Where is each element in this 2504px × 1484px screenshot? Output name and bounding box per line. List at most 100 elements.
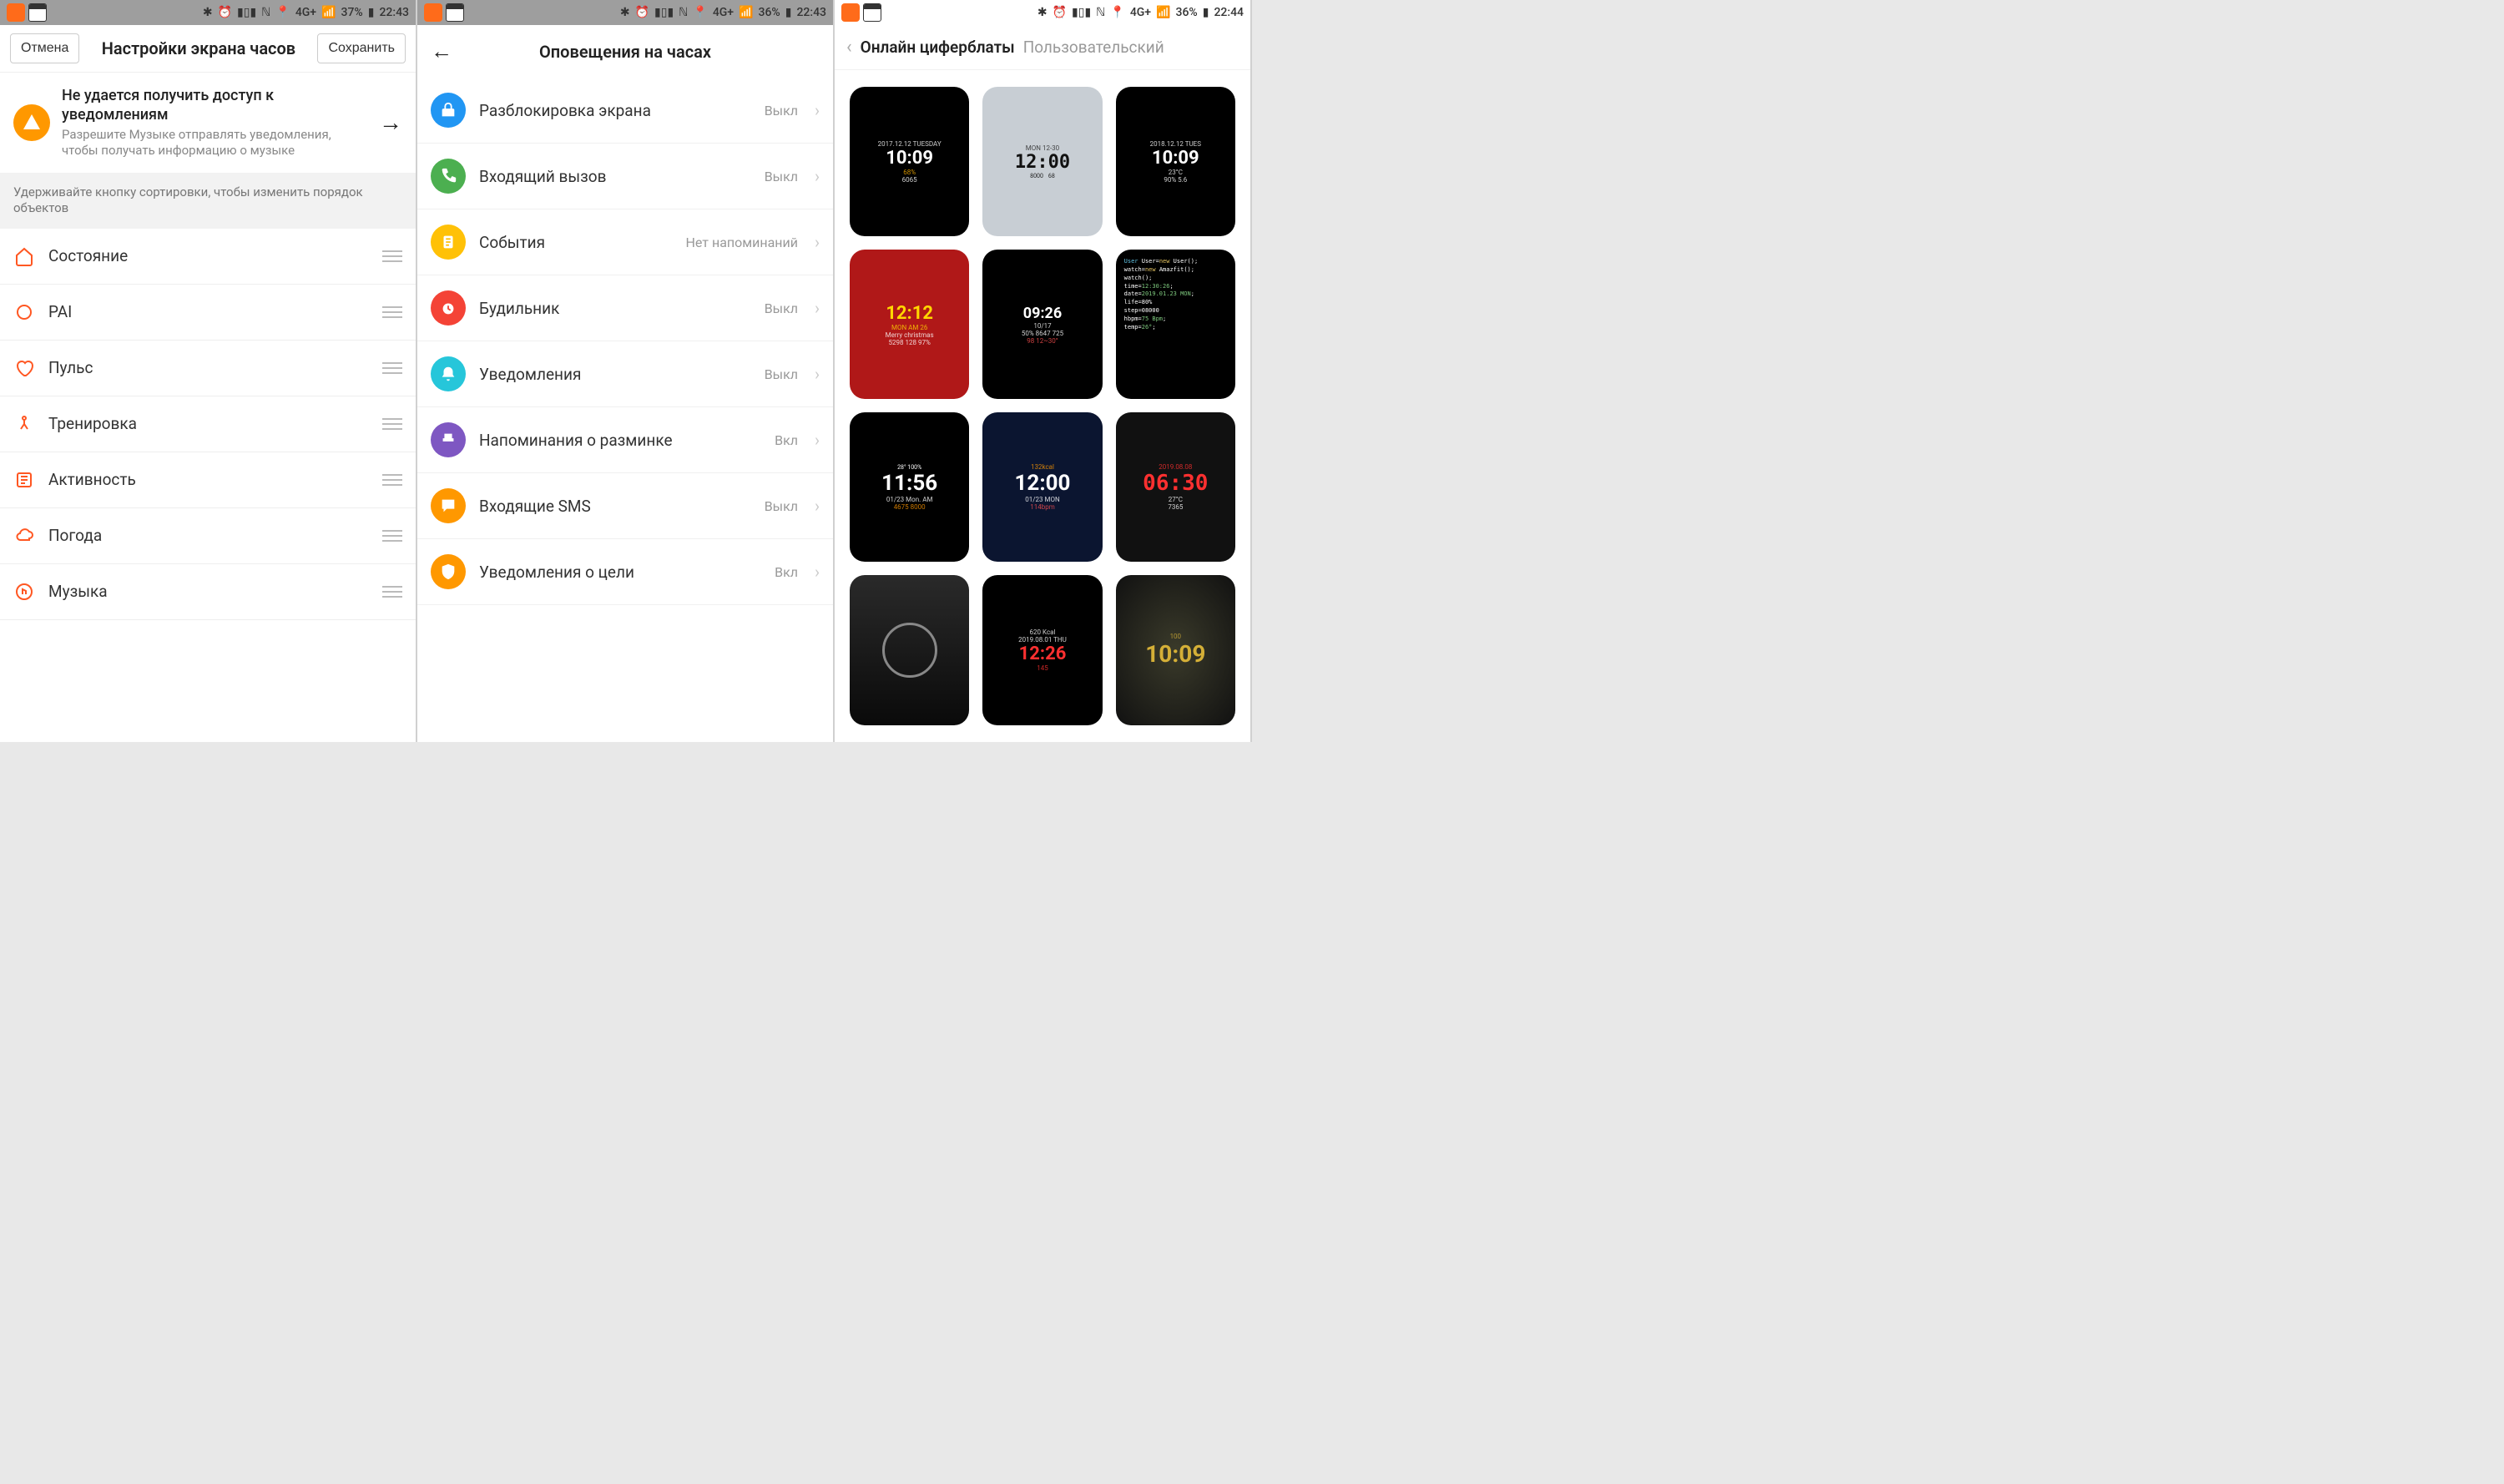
lock-icon xyxy=(431,93,466,128)
drag-handle-icon[interactable] xyxy=(382,362,402,374)
tab-custom[interactable]: Пользовательский xyxy=(1023,38,1164,57)
sort-hint: Удерживайте кнопку сортировки, чтобы изм… xyxy=(0,173,416,229)
network-label: 4G+ xyxy=(295,6,316,19)
watchface-item[interactable]: User User=new User(); watch=new Amazfit(… xyxy=(1116,250,1235,399)
list-item-label: Будильник xyxy=(479,299,751,318)
warning-icon xyxy=(13,104,50,141)
alert-notifications[interactable]: Уведомления Выкл › xyxy=(417,341,833,407)
watchface-item[interactable]: 09:26 10/17 50% 8647 725 98 12~30° xyxy=(982,250,1102,399)
alert-events[interactable]: События Нет напоминаний › xyxy=(417,209,833,275)
watchface-extra: 98 12~30° xyxy=(1027,337,1058,345)
drag-handle-icon[interactable] xyxy=(382,418,402,430)
page-title: Оповещения на часах xyxy=(452,42,798,62)
signal-icon: 📶 xyxy=(1156,6,1170,19)
list-item-status: Выкл xyxy=(765,103,798,119)
activity-icon xyxy=(13,469,35,491)
drag-handle-icon[interactable] xyxy=(382,474,402,486)
watchface-extra: 27°C xyxy=(1169,496,1183,503)
bluetooth-icon: ✱ xyxy=(620,6,630,19)
list-item-status[interactable]: Состояние xyxy=(0,229,416,285)
chevron-right-icon: › xyxy=(815,298,820,318)
list-item-status: Выкл xyxy=(765,498,798,514)
nfc-icon: ℕ xyxy=(261,6,270,19)
drag-handle-icon[interactable] xyxy=(382,586,402,598)
nfc-icon: ℕ xyxy=(679,6,688,19)
list-item-music[interactable]: Музыка xyxy=(0,564,416,620)
alert-call[interactable]: Входящий вызов Выкл › xyxy=(417,144,833,209)
watchface-time: 12:26 xyxy=(1019,644,1067,664)
list-item-status: Нет напоминаний xyxy=(685,235,798,250)
list-item-label: Входящие SMS xyxy=(479,497,751,516)
watchface-date: MON 12-30 xyxy=(1026,144,1059,152)
watchface-item[interactable]: 132kcal 12:00 01/23 MON 114bpm xyxy=(982,412,1102,562)
location-icon: 📍 xyxy=(693,6,707,19)
back-button[interactable]: ‹ xyxy=(846,37,852,58)
watchface-item[interactable]: 2019.08.08 06:30 27°C 7365 xyxy=(1116,412,1235,562)
watchface-item[interactable]: 2017.12.12 TUESDAY 10:09 68% 6065 xyxy=(850,87,969,236)
alert-unlock[interactable]: Разблокировка экрана Выкл › xyxy=(417,78,833,144)
page-title: Настройки экрана часов xyxy=(102,38,295,58)
drag-handle-icon[interactable] xyxy=(382,530,402,542)
watchface-date: 2019.08.08 xyxy=(1159,463,1192,471)
list-item-label: Напоминания о разминке xyxy=(479,431,761,450)
notification-warning-row[interactable]: Не удается получить доступ к уведомления… xyxy=(0,73,416,173)
watchface-extra: life=80% xyxy=(1124,299,1153,307)
app-icon xyxy=(841,3,860,22)
drag-handle-icon[interactable] xyxy=(382,306,402,318)
watchface-item[interactable]: 12:12 MON AM 26 Merry christmas 5298 128… xyxy=(850,250,969,399)
alert-sms[interactable]: Входящие SMS Выкл › xyxy=(417,473,833,539)
header: ‹ Онлайн циферблаты Пользовательский xyxy=(835,25,1250,70)
watchface-date: 01/23 Mon. AM xyxy=(886,496,933,503)
cancel-button[interactable]: Отмена xyxy=(10,33,79,63)
watchface-date: 01/23 MON xyxy=(1025,496,1059,503)
clock: 22:44 xyxy=(1214,6,1244,19)
vibrate-icon: ▮▯▮ xyxy=(237,6,256,19)
watchface-sub: 114bpm xyxy=(1030,503,1055,511)
list-item-pai[interactable]: PAI xyxy=(0,285,416,341)
tab-online[interactable]: Онлайн циферблаты xyxy=(861,38,1015,57)
app-icon xyxy=(7,3,25,22)
save-button[interactable]: Сохранить xyxy=(317,33,406,63)
alert-idle[interactable]: Напоминания о разминке Вкл › xyxy=(417,407,833,473)
watchface-item[interactable]: 2018.12.12 TUES 10:09 23°C 90% 5.6 xyxy=(1116,87,1235,236)
watchface-extra: 100 xyxy=(1170,633,1182,640)
watchface-item[interactable] xyxy=(850,575,969,724)
bluetooth-icon: ✱ xyxy=(1037,6,1048,19)
list-item-status: Вкл xyxy=(775,564,798,580)
battery-percent: 37% xyxy=(341,6,363,19)
nfc-icon: ℕ xyxy=(1096,6,1105,19)
watchface-extra: 8000 xyxy=(1030,173,1043,179)
watchface-time: 09:26 xyxy=(1023,305,1062,322)
clipboard-icon xyxy=(431,225,466,260)
list-item-workout[interactable]: Тренировка xyxy=(0,396,416,452)
list-item-weather[interactable]: Погода xyxy=(0,508,416,564)
chevron-right-icon: › xyxy=(815,562,820,582)
watchface-date: MON AM 26 xyxy=(891,324,927,331)
app-icon xyxy=(424,3,442,22)
watchface-sub: 145 xyxy=(1037,664,1048,672)
watchface-item[interactable]: MON 12-30 12:00 800068 xyxy=(982,87,1102,236)
list-item-activity[interactable]: Активность xyxy=(0,452,416,508)
warning-title: Не удается получить доступ к уведомления… xyxy=(62,86,367,125)
location-icon: 📍 xyxy=(275,6,290,19)
list-item-label: Активность xyxy=(48,470,369,489)
warning-subtitle: Разрешите Музыке отправлять уведомления,… xyxy=(62,127,367,159)
phone-icon xyxy=(431,159,466,194)
drag-handle-icon[interactable] xyxy=(382,250,402,262)
alert-alarm[interactable]: Будильник Выкл › xyxy=(417,275,833,341)
back-button[interactable]: ← xyxy=(431,38,452,64)
list-item-label: Музыка xyxy=(48,582,369,601)
watchface-item[interactable]: 620 Kcal 2019.08.01 THU 12:26 145 xyxy=(982,575,1102,724)
watchface-item[interactable]: 28° 100% 11:56 01/23 Mon. AM 4675 8000 xyxy=(850,412,969,562)
watchface-date: 2019.01.23 MON xyxy=(1142,290,1191,297)
watchface-sub: 7365 xyxy=(1168,503,1183,511)
arrow-right-icon: → xyxy=(379,109,402,136)
list-item-heart[interactable]: Пульс xyxy=(0,341,416,396)
list-item-status: Выкл xyxy=(765,366,798,382)
watchface-item[interactable]: 100 10:09 xyxy=(1116,575,1235,724)
list-item-status: Вкл xyxy=(775,432,798,448)
alert-goal[interactable]: Уведомления о цели Вкл › xyxy=(417,539,833,605)
watchface-sub: 6065 xyxy=(902,176,917,184)
chevron-right-icon: › xyxy=(815,430,820,450)
cloud-icon xyxy=(13,525,35,547)
